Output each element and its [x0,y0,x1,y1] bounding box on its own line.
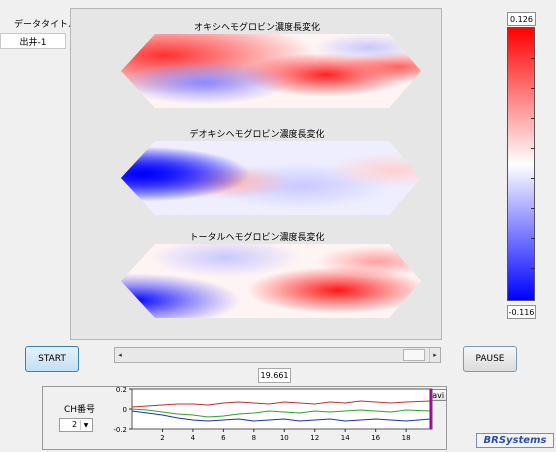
x-tick-label: 6 [221,434,226,442]
colorbar [507,27,535,301]
x-tick-label: 2 [160,434,164,442]
oxy-hb-map [121,34,421,108]
x-tick-label: 16 [371,434,380,442]
y-tick-label: -0.2 [113,426,127,434]
pause-button[interactable]: PAUSE [463,346,517,372]
time-scrollbar[interactable]: ◂ ▸ [114,347,441,363]
data-title-field[interactable]: 出井-1 [0,33,66,49]
data-title-label: データタイトル [14,20,78,30]
x-tick-label: 4 [191,434,196,442]
y-tick-label: 0.2 [116,387,127,394]
x-tick-label: 8 [252,434,256,442]
x-tick-label: 12 [310,434,319,442]
scroll-right-icon[interactable]: ▸ [429,348,440,362]
start-button[interactable]: START [25,346,79,372]
scroll-thumb[interactable] [403,349,425,361]
brand-logo: BRSystems [476,433,554,448]
colorbar-min-value: -0.116 [507,305,536,319]
channel-label: CH番号 [64,405,96,415]
plot-area [131,388,433,430]
channel-value: 2 [72,420,78,429]
topography-panel: オキシヘモグロビン濃度長変化 デオキシヘモグロビン濃度長変化 トータルヘモグロビ… [70,8,442,340]
colorbar-max-value: 0.126 [507,12,536,26]
deoxy-hb-map [121,141,421,215]
time-readout: 19.661 [258,368,291,383]
x-tick-label: 14 [341,434,350,442]
y-tick-label: 0 [123,406,127,414]
channel-select[interactable]: 2 ▼ [59,418,93,432]
x-tick-label: 18 [402,434,411,442]
x-tick-label: 10 [280,434,289,442]
waveform-chart: 0.2 0 -0.2 2 4 6 8 10 12 14 16 18 [113,387,433,442]
total-hb-map [121,244,421,318]
chevron-down-icon[interactable]: ▼ [80,420,91,430]
scroll-left-icon[interactable]: ◂ [115,348,125,362]
